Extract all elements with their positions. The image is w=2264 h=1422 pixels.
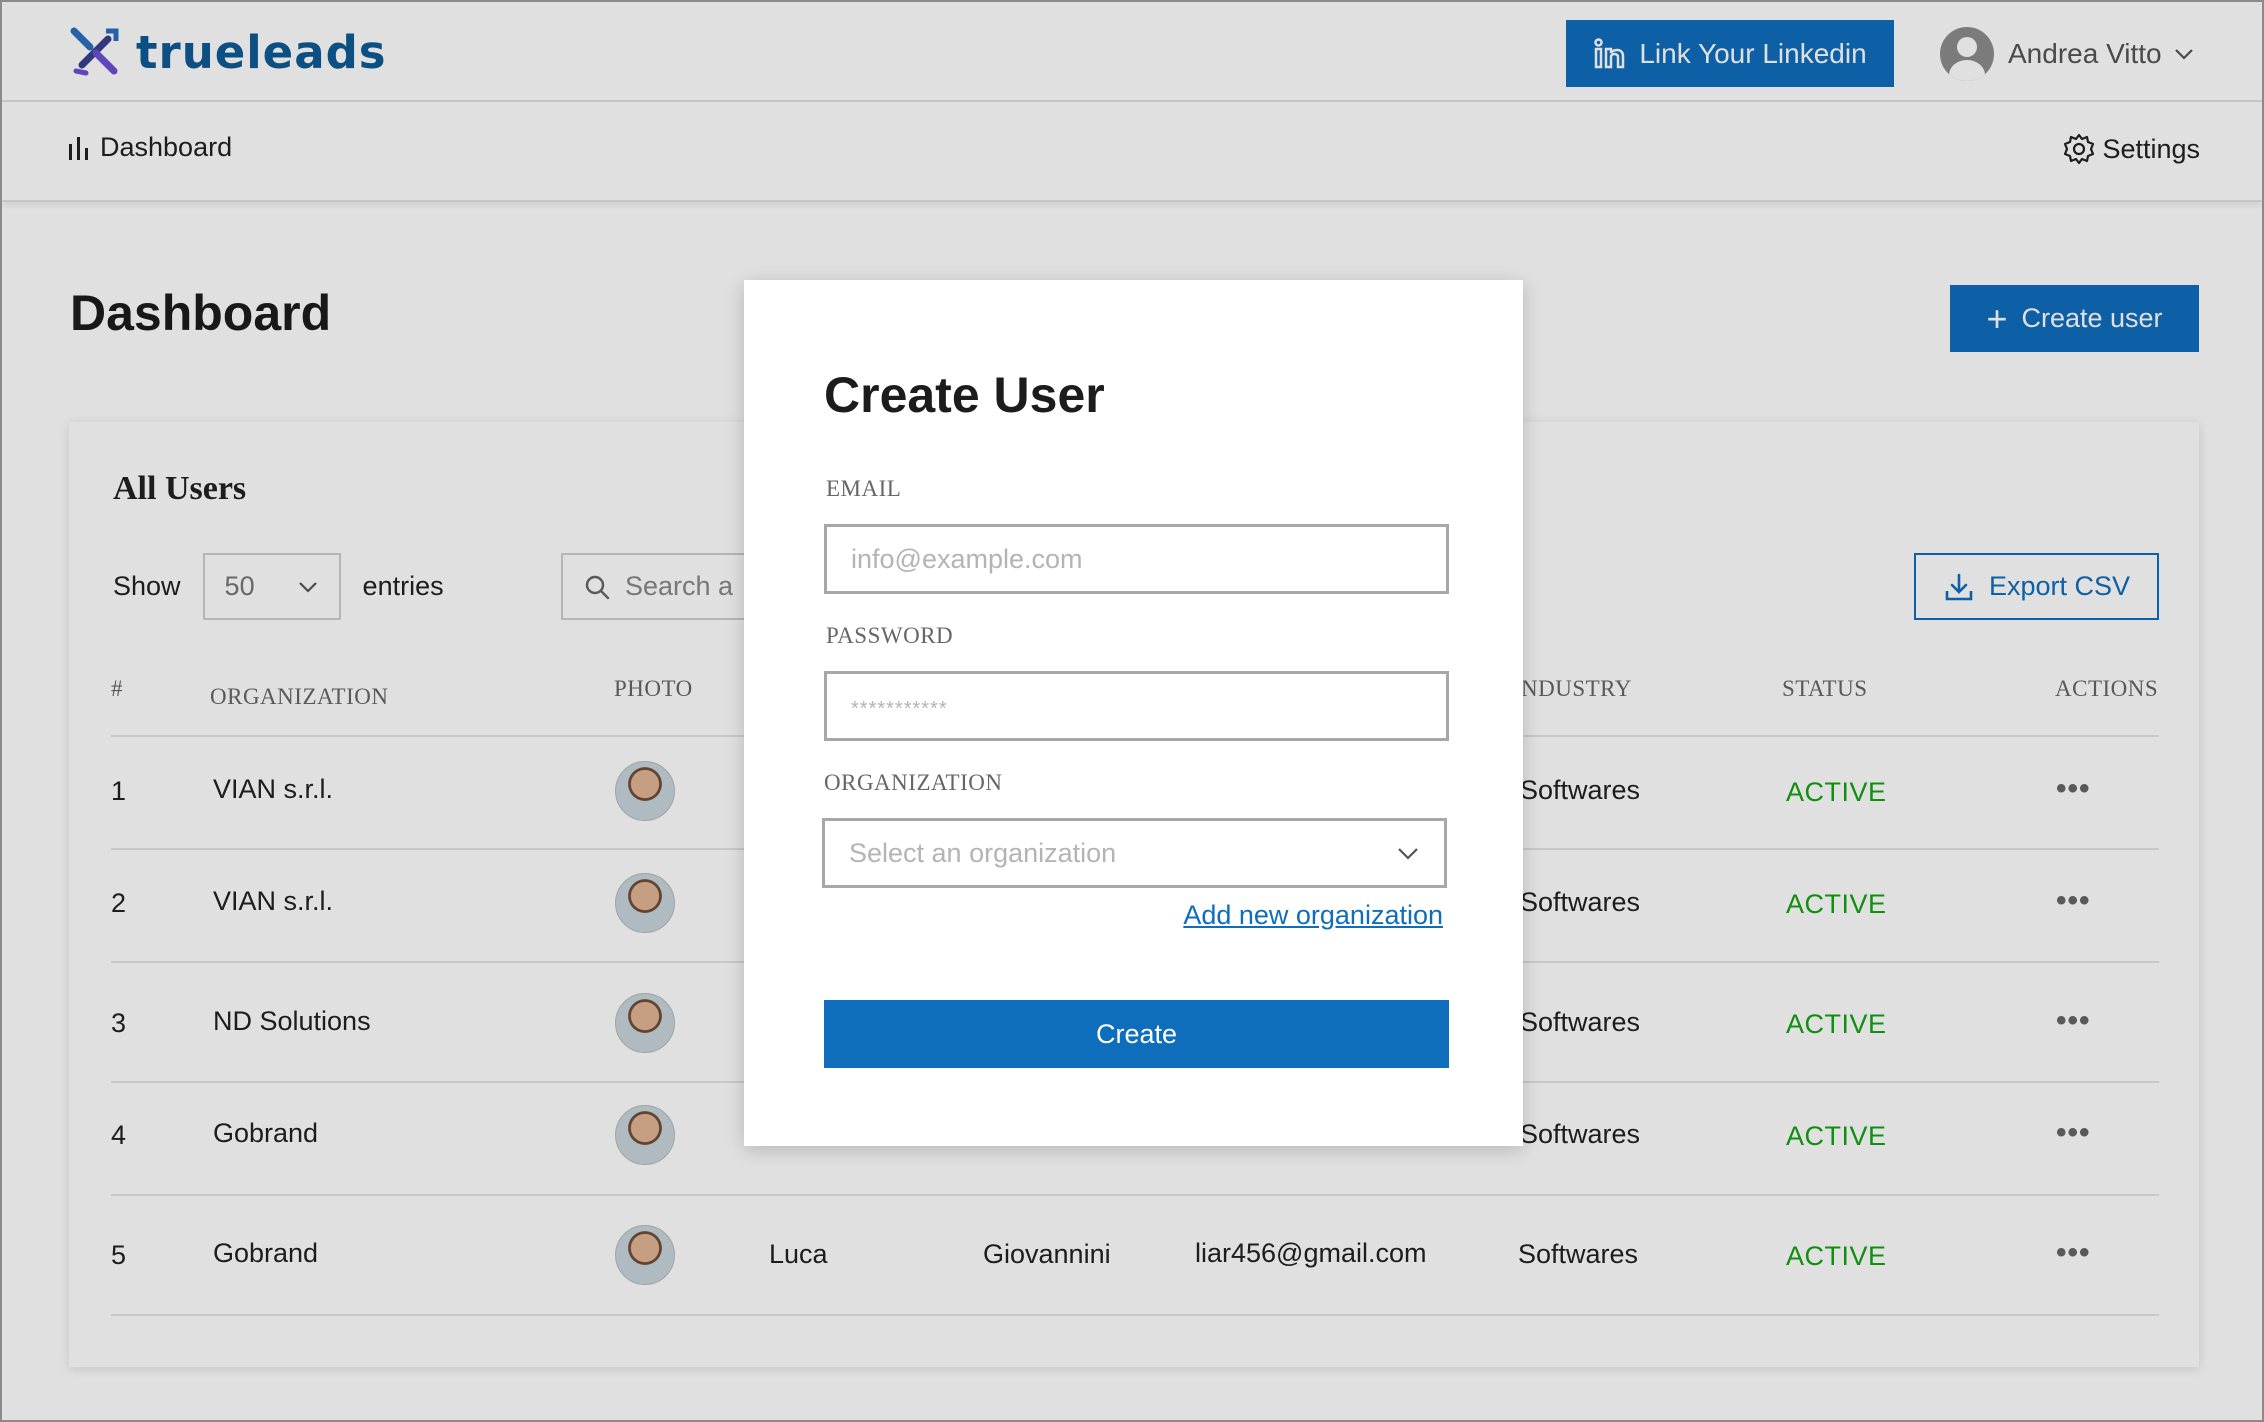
create-button[interactable]: Create [824, 1000, 1449, 1068]
email-label: EMAIL [826, 476, 902, 501]
modal-title: Create User [824, 367, 1105, 423]
email-field[interactable] [824, 524, 1449, 594]
organization-placeholder: Select an organization [849, 837, 1117, 868]
password-field[interactable] [824, 671, 1449, 741]
create-user-modal: Create User EMAIL PASSWORD ORGANIZATION … [744, 280, 1523, 1146]
add-organization-link[interactable]: Add new organization [1183, 900, 1443, 931]
organization-select[interactable]: Select an organization [822, 818, 1447, 888]
chevron-down-icon [1398, 848, 1418, 860]
password-label: PASSWORD [826, 623, 954, 648]
app-window: trueleads Link Your Linkedin Andrea Vitt… [0, 0, 2264, 1422]
organization-label: ORGANIZATION [824, 770, 1003, 795]
